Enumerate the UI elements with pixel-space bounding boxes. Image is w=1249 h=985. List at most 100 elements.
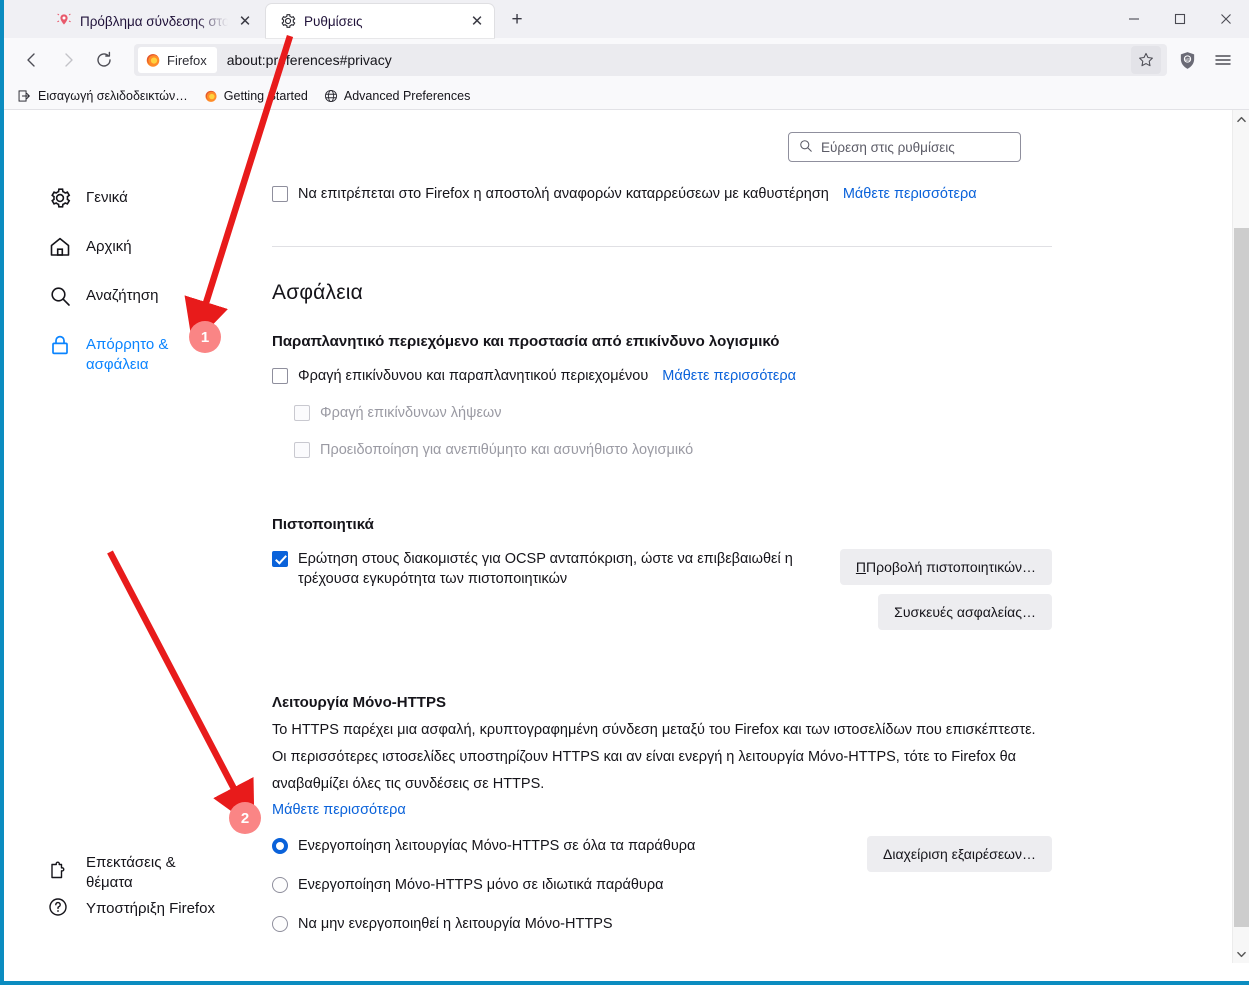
home-icon xyxy=(48,235,72,259)
sidebar-item-extensions-themes[interactable]: Επεκτάσεις & θέματα xyxy=(4,854,252,891)
https-only-radio-group: Ενεργοποίηση λειτουργίας Μόνο-HTTPS σε ό… xyxy=(272,836,857,934)
block-dangerous-downloads-row[interactable]: Φραγή επικίνδυνων λήψεων xyxy=(294,403,1052,423)
security-section-heading: Ασφάλεια xyxy=(272,281,363,304)
maximize-button[interactable] xyxy=(1157,0,1203,38)
minimize-button[interactable] xyxy=(1111,0,1157,38)
url-text: about:preferences#privacy xyxy=(226,52,392,68)
https-only-option-private-windows[interactable]: Ενεργοποίηση Μόνο-HTTPS μόνο σε ιδιωτικά… xyxy=(272,875,857,895)
https-only-option-disabled[interactable]: Να μην ενεργοποιηθεί η λειτουργία Μόνο-H… xyxy=(272,914,857,934)
scrollbar-down-arrow[interactable] xyxy=(1233,945,1249,963)
warn-unwanted-software-row[interactable]: Προειδοποίηση για ανεπιθύμητο και ασυνήθ… xyxy=(294,440,1052,460)
identity-label: Firefox xyxy=(167,52,207,68)
https-only-option-label: Να μην ενεργοποιηθεί η λειτουργία Μόνο-H… xyxy=(298,916,613,932)
ocsp-row[interactable]: Ερώτηση στους διακομιστές για OCSP ανταπ… xyxy=(272,549,830,589)
page-scrollbar[interactable] xyxy=(1232,110,1249,963)
ocsp-checkbox[interactable] xyxy=(272,551,288,567)
manage-exceptions-label: Διαχείριση εξαιρέσεων… xyxy=(882,846,1036,862)
https-only-option-label: Ενεργοποίηση λειτουργίας Μόνο-HTTPS σε ό… xyxy=(298,838,696,854)
radio-all-windows[interactable] xyxy=(272,838,288,854)
radio-https-only-off[interactable] xyxy=(272,916,288,932)
search-icon xyxy=(48,284,72,308)
deceptive-learn-more-link[interactable]: Μάθετε περισσότερα xyxy=(662,366,796,386)
sidebar-item-firefox-support[interactable]: Υποστήριξη Firefox xyxy=(4,891,252,927)
import-icon xyxy=(18,89,30,102)
broken-connection-icon xyxy=(57,13,71,25)
https-only-heading: Λειτουργία Μόνο-HTTPS xyxy=(272,694,446,711)
ublock-shield-icon[interactable]: uB xyxy=(1171,44,1203,76)
security-devices-button[interactable]: Συσκευές ασφαλείας… xyxy=(878,594,1052,630)
navigation-toolbar: Firefox about:preferences#privacy uB xyxy=(4,38,1249,82)
sidebar-item-home[interactable]: Αρχική xyxy=(4,237,252,286)
block-dangerous-content-checkbox[interactable] xyxy=(272,368,288,384)
https-only-buttons: Διαχείριση εξαιρέσεων… xyxy=(866,836,1052,872)
https-only-learn-more-link[interactable]: Μάθετε περισσότερα xyxy=(272,802,1052,818)
back-button[interactable] xyxy=(16,44,48,76)
tab-close-icon[interactable]: ✕ xyxy=(236,12,254,30)
question-circle-icon xyxy=(48,897,72,921)
https-only-description: Το HTTPS παρέχει μια ασφαλή, κρυπτογραφη… xyxy=(272,722,1036,792)
window-controls xyxy=(1111,0,1249,38)
scrollbar-thumb[interactable] xyxy=(1234,228,1249,927)
firefox-icon xyxy=(146,54,160,67)
search-area: Εύρεση στις ρυθμίσεις xyxy=(272,110,1213,162)
gear-icon xyxy=(281,14,296,28)
section-divider xyxy=(272,246,1052,247)
urlbar-actions xyxy=(1131,46,1161,74)
url-bar[interactable]: Firefox about:preferences#privacy xyxy=(134,44,1167,76)
reload-button[interactable] xyxy=(88,44,120,76)
new-tab-button[interactable]: + xyxy=(502,5,532,35)
crash-reports-row[interactable]: Να επιτρέπεται στο Firefox η αποστολή αν… xyxy=(272,184,1052,204)
scrollbar-up-arrow[interactable] xyxy=(1233,110,1249,128)
warn-unwanted-software-checkbox[interactable] xyxy=(294,442,310,458)
block-dangerous-content-row[interactable]: Φραγή επικίνδυνου και παραπλανητικού περ… xyxy=(272,366,1052,386)
search-placeholder: Εύρεση στις ρυθμίσεις xyxy=(821,139,955,155)
view-certificates-button[interactable]: ΠΠροβολή πιστοποιητικών… xyxy=(839,549,1052,585)
lock-icon xyxy=(48,333,72,357)
tab-close-icon[interactable]: ✕ xyxy=(468,12,486,30)
crash-reports-learn-more-link[interactable]: Μάθετε περισσότερα xyxy=(843,184,977,204)
forward-button[interactable] xyxy=(52,44,84,76)
bookmark-item-getting-started[interactable]: Getting Started xyxy=(198,86,314,106)
sidebar-item-label: Αρχική xyxy=(86,238,132,255)
browser-tab-active[interactable]: Ρυθμίσεις ✕ xyxy=(266,4,494,38)
block-dangerous-downloads-checkbox[interactable] xyxy=(294,405,310,421)
close-button[interactable] xyxy=(1203,0,1249,38)
search-input[interactable]: Εύρεση στις ρυθμίσεις xyxy=(788,132,1021,162)
browser-tab-inactive[interactable]: Πρόβλημα σύνδεσης στο bourd ✕ xyxy=(42,4,262,38)
settings-panel: Να επιτρέπεται στο Firefox η αποστολή αν… xyxy=(272,184,1052,934)
radio-private-windows[interactable] xyxy=(272,877,288,893)
block-dangerous-downloads-label: Φραγή επικίνδυνων λήψεων xyxy=(320,405,502,421)
identity-chip[interactable]: Firefox xyxy=(138,47,217,73)
search-icon xyxy=(799,139,813,156)
certificates-buttons: ΠΠροβολή πιστοποιητικών… Συσκευές ασφαλε… xyxy=(839,549,1052,630)
browser-window: Πρόβλημα σύνδεσης στο bourd ✕ Ρυθμίσεις … xyxy=(0,0,1249,985)
manage-exceptions-button[interactable]: Διαχείριση εξαιρέσεων… xyxy=(866,836,1052,872)
annotation-badge-1: 1 xyxy=(189,321,221,353)
bookmark-star-icon[interactable] xyxy=(1131,46,1161,74)
security-devices-label: Συσκευές ασφαλείας… xyxy=(894,604,1036,620)
view-certificates-label: Προβολή πιστοποιητικών… xyxy=(866,559,1036,575)
bookmark-item-import[interactable]: Εισαγωγή σελιδοδεικτών… xyxy=(12,86,194,106)
sidebar-item-label: Γενικά xyxy=(86,189,128,206)
bookmark-label: Getting Started xyxy=(223,88,308,103)
certificates-block: Ερώτηση στους διακομιστές για OCSP ανταπ… xyxy=(272,549,1052,630)
warn-unwanted-software-label: Προειδοποίηση για ανεπιθύμητο και ασυνήθ… xyxy=(320,442,694,458)
bookmarks-toolbar: Εισαγωγή σελιδοδεικτών… Getting Started … xyxy=(4,82,1249,110)
firefox-icon xyxy=(205,90,217,102)
https-only-option-all-windows[interactable]: Ενεργοποίηση λειτουργίας Μόνο-HTTPS σε ό… xyxy=(272,836,857,856)
globe-icon xyxy=(324,89,337,102)
sidebar-item-label: Υποστήριξη Firefox xyxy=(86,900,215,917)
crash-reports-checkbox[interactable] xyxy=(272,186,288,202)
preferences-sidebar: Γενικά Αρχική Αναζήτηση Απόρρητο & ασφάλ… xyxy=(4,110,252,963)
bookmark-label: Advanced Preferences xyxy=(343,88,471,103)
svg-text:uB: uB xyxy=(1184,56,1189,61)
bookmark-item-advanced-preferences[interactable]: Advanced Preferences xyxy=(318,86,476,106)
app-menu-icon[interactable] xyxy=(1207,44,1239,76)
deceptive-content-heading: Παραπλανητικό περιεχόμενο και προστασία … xyxy=(272,333,780,350)
preferences-page: Γενικά Αρχική Αναζήτηση Απόρρητο & ασφάλ… xyxy=(4,110,1249,963)
certificates-heading: Πιστοποιητικά xyxy=(272,516,374,533)
annotation-badge-2: 2 xyxy=(229,802,261,834)
ocsp-label: Ερώτηση στους διακομιστές για OCSP ανταπ… xyxy=(298,551,793,587)
sidebar-item-general[interactable]: Γενικά xyxy=(4,188,252,237)
puzzle-icon xyxy=(48,861,72,885)
